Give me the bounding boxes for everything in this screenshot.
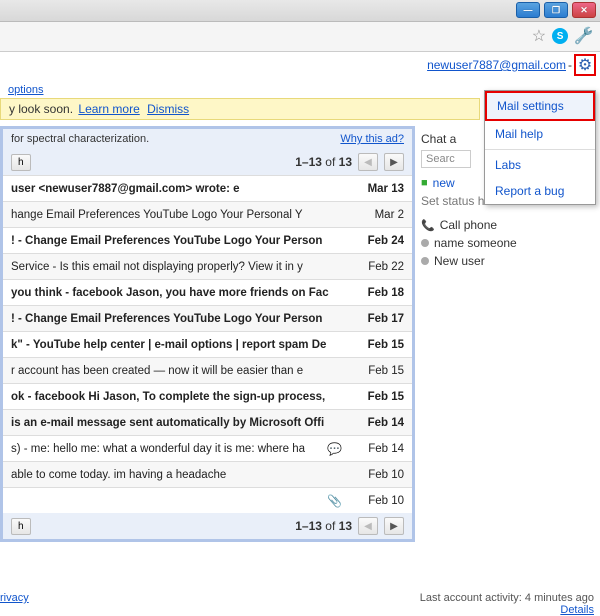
message-snippet: Service - Is this email not displaying p…	[11, 261, 348, 273]
learn-more-link[interactable]: Learn more	[78, 102, 139, 116]
menu-labs[interactable]: Labs	[485, 152, 595, 178]
activity-text: Last account activity: 4 minutes ago	[420, 592, 594, 604]
details-link[interactable]: Details	[560, 604, 594, 616]
newer-button[interactable]: ▶	[384, 153, 404, 171]
message-date: Feb 18	[348, 287, 404, 299]
chat-search-input[interactable]: Searc	[421, 150, 471, 168]
message-snippet: s) - me: hello me: what a wonderful day …	[11, 443, 321, 455]
message-date: Feb 15	[348, 339, 404, 351]
separator: -	[568, 58, 572, 72]
menu-report-bug[interactable]: Report a bug	[485, 178, 595, 204]
older-button-bottom[interactable]: ◀	[358, 517, 378, 535]
maximize-button[interactable]: ❐	[544, 2, 568, 18]
message-date: Feb 15	[348, 365, 404, 377]
table-row[interactable]: ! - Change Email Preferences YouTube Log…	[3, 227, 412, 253]
contact-new-user[interactable]: New user	[421, 252, 594, 270]
message-date: Feb 10	[348, 469, 404, 481]
table-row[interactable]: you think - facebook Jason, you have mor…	[3, 279, 412, 305]
newer-button-bottom[interactable]: ▶	[384, 517, 404, 535]
message-date: Feb 10	[348, 495, 404, 507]
older-button[interactable]: ◀	[358, 153, 378, 171]
browser-toolbar: ☆ S 🔧	[0, 22, 600, 52]
status-dot-offline-icon	[421, 239, 429, 247]
menu-separator	[485, 149, 595, 150]
table-row[interactable]: k" - YouTube help center | e-mail option…	[3, 331, 412, 357]
dismiss-link[interactable]: Dismiss	[147, 102, 189, 116]
message-snippet: you think - facebook Jason, you have mor…	[11, 287, 348, 299]
menu-mail-settings[interactable]: Mail settings	[485, 91, 595, 121]
message-date: Mar 2	[348, 209, 404, 221]
notice-banner: y look soon. Learn more Dismiss	[0, 98, 480, 120]
skype-icon[interactable]: S	[552, 28, 568, 44]
table-row[interactable]: Service - Is this email not displaying p…	[3, 253, 412, 279]
message-date: Feb 14	[348, 417, 404, 429]
window-titlebar: — ❐ ✕	[0, 0, 600, 22]
message-snippet: ok - facebook Hi Jason, To complete the …	[11, 391, 348, 403]
message-count: 1–13 of 13	[295, 155, 352, 169]
message-snippet: user <newuser7887@gmail.com> wrote: e	[11, 183, 348, 195]
message-date: Feb 17	[348, 313, 404, 325]
toolbar-button[interactable]: h	[11, 154, 31, 171]
options-link[interactable]: options	[8, 84, 43, 96]
contact-name-someone[interactable]: name someone	[421, 234, 594, 252]
table-row[interactable]: able to come today. im having a headache…	[3, 461, 412, 487]
table-row[interactable]: s) - me: hello me: what a wonderful day …	[3, 435, 412, 461]
phone-icon: 📞	[421, 219, 435, 232]
table-row[interactable]: ! - Change Email Preferences YouTube Log…	[3, 305, 412, 331]
message-snippet: k" - YouTube help center | e-mail option…	[11, 339, 348, 351]
mail-pane: for spectral characterization. Why this …	[0, 126, 415, 542]
privacy-link[interactable]: rivacy	[0, 592, 29, 604]
message-snippet: able to come today. im having a headache	[11, 469, 348, 481]
table-row[interactable]: ok - facebook Hi Jason, To complete the …	[3, 383, 412, 409]
account-bar: newuser7887@gmail.com - ⚙	[0, 52, 600, 82]
message-date: Feb 24	[348, 235, 404, 247]
table-row[interactable]: is an e-mail message sent automatically …	[3, 409, 412, 435]
minimize-button[interactable]: —	[516, 2, 540, 18]
table-row[interactable]: hange Email Preferences YouTube Logo You…	[3, 201, 412, 227]
toolbar-button-bottom[interactable]: h	[11, 518, 31, 535]
message-date: Mar 13	[348, 183, 404, 195]
message-date: Feb 22	[348, 261, 404, 273]
message-snippet: ! - Change Email Preferences YouTube Log…	[11, 235, 348, 247]
account-email[interactable]: newuser7887@gmail.com	[427, 58, 566, 72]
table-row[interactable]: r account has been created — now it will…	[3, 357, 412, 383]
message-snippet: r account has been created — now it will…	[11, 365, 348, 377]
message-count-bottom: 1–13 of 13	[295, 519, 352, 533]
message-snippet: ! - Change Email Preferences YouTube Log…	[11, 313, 348, 325]
chat-icon: 💬	[327, 442, 342, 456]
notice-text: y look soon.	[9, 102, 73, 116]
wrench-icon[interactable]: 🔧	[574, 26, 594, 46]
message-snippet: is an e-mail message sent automatically …	[11, 417, 348, 429]
message-date: Feb 15	[348, 391, 404, 403]
gear-icon[interactable]: ⚙	[578, 55, 592, 75]
message-date: Feb 14	[348, 443, 404, 455]
message-snippet: hange Email Preferences YouTube Logo You…	[11, 209, 348, 221]
table-row[interactable]: 📎 Feb 10	[3, 487, 412, 513]
call-phone[interactable]: 📞 Call phone	[421, 216, 594, 234]
status-dot-offline-icon	[421, 257, 429, 265]
attachment-icon: 📎	[327, 494, 342, 508]
camera-icon: ■	[421, 177, 428, 189]
ad-text: for spectral characterization.	[11, 133, 149, 145]
why-this-ad-link[interactable]: Why this ad?	[340, 133, 404, 145]
table-row[interactable]: user <newuser7887@gmail.com> wrote: eMar…	[3, 175, 412, 201]
menu-mail-help[interactable]: Mail help	[485, 121, 595, 147]
settings-dropdown: Mail settings Mail help Labs Report a bu…	[484, 90, 596, 205]
bookmark-star-icon[interactable]: ☆	[532, 26, 546, 46]
close-button[interactable]: ✕	[572, 2, 596, 18]
message-list: user <newuser7887@gmail.com> wrote: eMar…	[3, 175, 412, 513]
settings-gear-highlight: ⚙	[574, 54, 596, 76]
